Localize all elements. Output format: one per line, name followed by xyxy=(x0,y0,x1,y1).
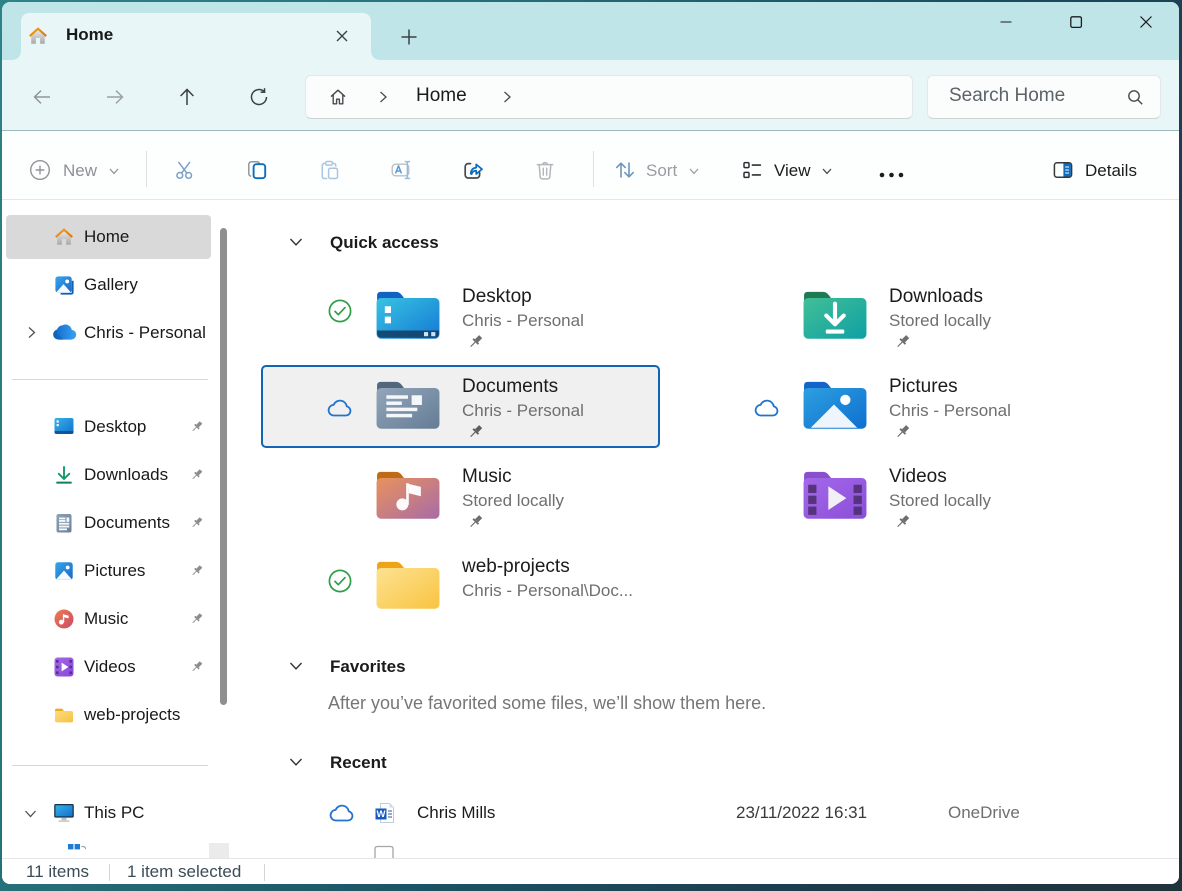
svg-text:W: W xyxy=(377,809,386,820)
